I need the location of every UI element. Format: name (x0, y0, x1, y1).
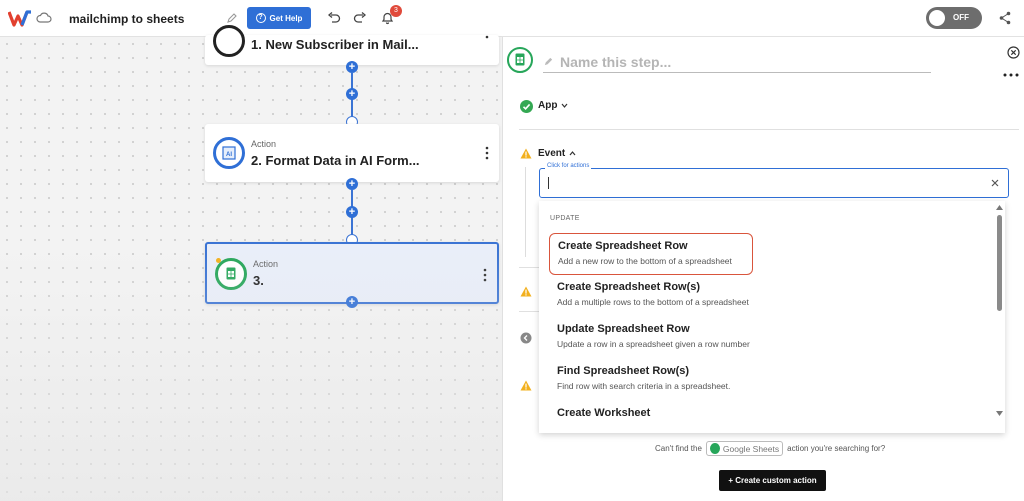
action-option[interactable]: Create Spreadsheet Row(s) Add a multiple… (549, 275, 753, 317)
kebab-icon[interactable] (485, 146, 489, 160)
search-field-label: Click for actions (545, 163, 592, 169)
redo-icon[interactable] (353, 12, 367, 24)
add-step-button[interactable]: + (346, 61, 358, 73)
create-custom-action-button[interactable]: + Create custom action (719, 470, 826, 491)
option-description: Add a multiple rows to the bottom of a s… (557, 297, 749, 307)
node-title: 3. (253, 273, 264, 288)
section-guide-line (525, 167, 526, 257)
node-title: 1. New Subscriber in Mail... (251, 37, 419, 52)
close-icon[interactable] (1007, 46, 1020, 59)
workflow-node-google-sheets[interactable]: Action 3. (205, 242, 499, 304)
warning-icon (520, 148, 532, 159)
chevron-up-icon (569, 151, 576, 156)
divider (519, 129, 1019, 130)
mailchimp-icon (213, 25, 245, 57)
add-step-button[interactable]: + (346, 178, 358, 190)
divider (519, 267, 539, 268)
top-bar: mailchimp to sheets ? Get Help 3 OFF (0, 0, 1024, 37)
app-chip-label: Google Sheets (722, 443, 780, 454)
option-description: Add a new row to the bottom of a spreads… (558, 256, 732, 266)
kebab-icon[interactable] (485, 35, 489, 49)
step-name-placeholder: Name this step... (560, 53, 672, 70)
kebab-icon[interactable] (483, 268, 487, 282)
node-kind: Action (253, 259, 279, 269)
add-step-button[interactable]: + (346, 296, 358, 308)
step-config-panel: Name this step... App Event Click for ac… (502, 37, 1024, 501)
help-icon: ? (255, 13, 266, 23)
app-chip: Google Sheets (705, 441, 784, 456)
google-sheets-icon (709, 443, 720, 454)
status-dot (216, 258, 221, 263)
action-dropdown: UPDATE Create Spreadsheet Row Add a new … (539, 201, 1005, 433)
logo-icon[interactable] (8, 10, 32, 27)
action-search-input[interactable] (539, 168, 1009, 198)
svg-text:AI: AI (226, 152, 232, 158)
option-title: Create Spreadsheet Row (558, 240, 688, 252)
share-icon[interactable] (999, 11, 1011, 25)
workflow-toggle[interactable]: OFF (926, 7, 982, 29)
node-kind: Action (251, 139, 277, 149)
action-option[interactable]: Update Spreadsheet Row Update a row in a… (549, 317, 753, 359)
option-title: Create Spreadsheet Row(s) (557, 281, 701, 293)
footer-help-text: Can't find the Google Sheets action you'… (655, 441, 885, 456)
undo-icon[interactable] (327, 12, 341, 24)
chevron-down-icon (561, 103, 568, 108)
app-section-toggle[interactable]: App (538, 100, 568, 111)
warning-icon (520, 286, 532, 297)
get-help-label: Get Help (269, 13, 303, 23)
action-option[interactable]: Create Worksheet (549, 401, 753, 433)
text-caret (548, 177, 549, 189)
add-step-button[interactable]: + (346, 206, 358, 218)
google-sheets-icon (215, 258, 247, 290)
workflow-title[interactable]: mailchimp to sheets (69, 12, 184, 26)
option-title: Find Spreadsheet Row(s) (557, 365, 690, 377)
add-step-button[interactable]: + (346, 88, 358, 100)
pencil-icon[interactable] (226, 12, 238, 24)
footer-prefix: Can't find the (655, 444, 702, 453)
option-description: Find row with search criteria in a sprea… (557, 381, 731, 391)
check-icon (520, 100, 533, 113)
option-description: Update a row in a spreadsheet given a ro… (557, 339, 750, 349)
cloud-icon (36, 12, 52, 23)
app-label: App (538, 100, 558, 111)
google-sheets-icon (507, 47, 533, 73)
node-title: 2. Format Data in AI Form... (251, 153, 420, 168)
pencil-icon (544, 57, 553, 66)
workflow-canvas[interactable]: 1. New Subscriber in Mail... + + AI Acti… (0, 25, 502, 501)
warning-icon (520, 380, 532, 391)
step-name-input[interactable]: Name this step... (543, 51, 931, 73)
action-option[interactable]: Find Spreadsheet Row(s) Find row with se… (549, 359, 753, 401)
event-label: Event (538, 148, 566, 159)
workflow-node-format-data[interactable]: AI Action 2. Format Data in AI Form... (205, 124, 499, 182)
step-icon (520, 332, 532, 344)
option-title: Create Worksheet (557, 407, 651, 419)
notification-badge: 3 (390, 5, 402, 17)
scroll-down-icon[interactable] (996, 411, 1003, 416)
toggle-knob (929, 10, 945, 26)
toggle-label: OFF (953, 13, 969, 22)
get-help-button[interactable]: ? Get Help (247, 7, 311, 29)
footer-suffix: action you're searching for? (787, 444, 886, 453)
clear-icon[interactable] (990, 178, 1000, 188)
scroll-up-icon[interactable] (996, 205, 1003, 210)
event-section-toggle[interactable]: Event (538, 148, 576, 159)
action-option[interactable]: Create Spreadsheet Row Add a new row to … (549, 233, 753, 275)
more-icon[interactable] (1003, 73, 1019, 77)
divider (519, 311, 539, 312)
dropdown-scrollbar[interactable] (997, 215, 1002, 311)
ai-formatter-icon: AI (213, 137, 245, 169)
option-title: Update Spreadsheet Row (557, 323, 690, 335)
dropdown-group-label: UPDATE (550, 215, 580, 222)
